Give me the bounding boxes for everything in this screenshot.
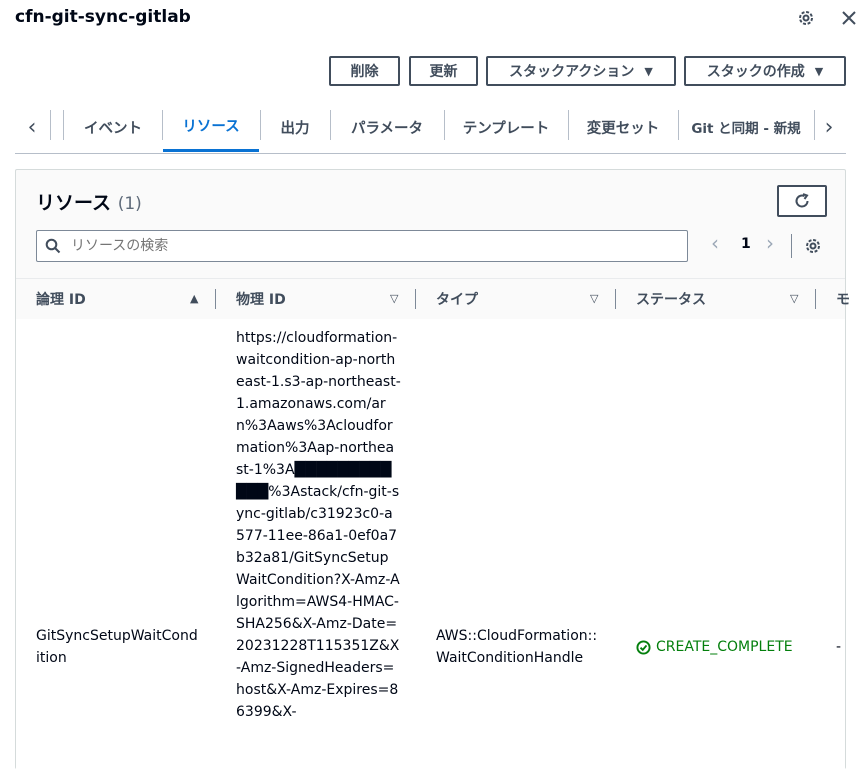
column-header-status[interactable]: ステータス [636,279,706,319]
create-stack-label: スタックの作成 [706,64,805,80]
tab-git-sync[interactable]: Git と同期 - 新規 [679,102,813,152]
tab-scroll-left-icon[interactable]: ‹ [20,102,44,152]
sort-ascending-icon[interactable]: ▲ [190,292,198,305]
tab-bar: ‹ イベント リソース 出力 パラメータ テンプレート 変更セット Git と同… [15,102,846,154]
delete-button-label: 削除 [350,64,379,80]
tab-change-sets[interactable]: 変更セット [569,102,677,152]
create-stack-dropdown[interactable]: スタックの作成 ▼ [684,56,846,86]
logical-id-cell: GitSyncSetupWaitCondition [36,628,198,666]
tab-resources[interactable]: リソース [163,102,259,152]
success-check-icon [636,639,651,655]
module-cell: - [836,639,842,655]
tab-label: イベント [84,120,142,137]
caret-down-icon: ▼ [814,64,824,78]
status-text: CREATE_COMPLETE [656,639,793,655]
refresh-icon [795,193,809,208]
tab-label: 出力 [280,120,310,137]
tab-label: リソース [182,119,240,135]
delete-button[interactable]: 削除 [329,56,400,86]
column-divider[interactable] [415,289,416,309]
page-title: cfn-git-sync-gitlab [15,7,191,27]
column-header-physical-id[interactable]: 物理 ID [236,279,286,319]
resources-heading: リソース (1) [36,188,142,215]
resource-search-input[interactable] [69,237,633,255]
pagination-current-page[interactable]: 1 [741,236,751,252]
column-header-logical-id[interactable]: 論理 ID [36,279,86,319]
tab-outputs[interactable]: 出力 [261,102,329,152]
column-divider[interactable] [815,289,816,309]
resource-search-field[interactable] [36,230,688,262]
settings-gear-icon[interactable] [796,8,816,28]
type-cell: AWS::CloudFormation::WaitConditionHandle [436,628,598,666]
sort-icon[interactable]: ▽ [390,292,398,305]
tab-divider [50,110,51,140]
status-cell: CREATE_COMPLETE [636,636,793,658]
tab-label: パラメータ [350,120,424,137]
refresh-button[interactable] [777,185,827,217]
column-divider[interactable] [215,289,216,309]
tab-label: テンプレート [462,120,550,137]
table-row: GitSyncSetupWaitCondition https://cloudf… [16,319,845,779]
resources-title: リソース [36,192,112,214]
stack-actions-label: スタックアクション [509,64,635,80]
physical-id-cell: https://cloudformation-waitcondition-ap-… [236,330,401,720]
column-divider[interactable] [615,289,616,309]
close-icon[interactable] [839,8,859,28]
column-header-type[interactable]: タイプ [436,279,478,319]
pager-divider [791,234,792,258]
tab-label: Git と同期 - 新規 [691,121,801,137]
pagination-prev-icon[interactable]: ‹ [711,231,719,255]
sort-icon[interactable]: ▽ [590,292,598,305]
table-preferences-gear-icon[interactable] [804,237,822,259]
stack-actions-dropdown[interactable]: スタックアクション ▼ [486,56,676,86]
caret-down-icon: ▼ [644,64,653,78]
tab-template[interactable]: テンプレート [445,102,567,152]
search-icon [45,238,61,254]
tab-events[interactable]: イベント [65,102,161,152]
resources-count: (1) [117,194,142,214]
tab-scroll-right-icon[interactable]: › [817,102,841,152]
update-button-label: 更新 [429,64,458,80]
table-header: 論理 ID ▲ 物理 ID ▽ タイプ ▽ ステータス ▽ モ [16,278,850,320]
tab-label: 変更セット [586,120,660,137]
tab-parameters[interactable]: パラメータ [331,102,443,152]
sort-icon[interactable]: ▽ [790,292,798,305]
tab-divider [63,110,64,140]
resources-panel: リソース (1) ‹ 1 › 論理 ID ▲ 物理 ID ▽ タイプ ▽ ステー… [15,169,850,779]
column-header-module[interactable]: モ [836,279,850,319]
pagination-next-icon[interactable]: › [766,231,774,255]
update-button[interactable]: 更新 [409,56,478,86]
tab-divider [814,110,815,140]
